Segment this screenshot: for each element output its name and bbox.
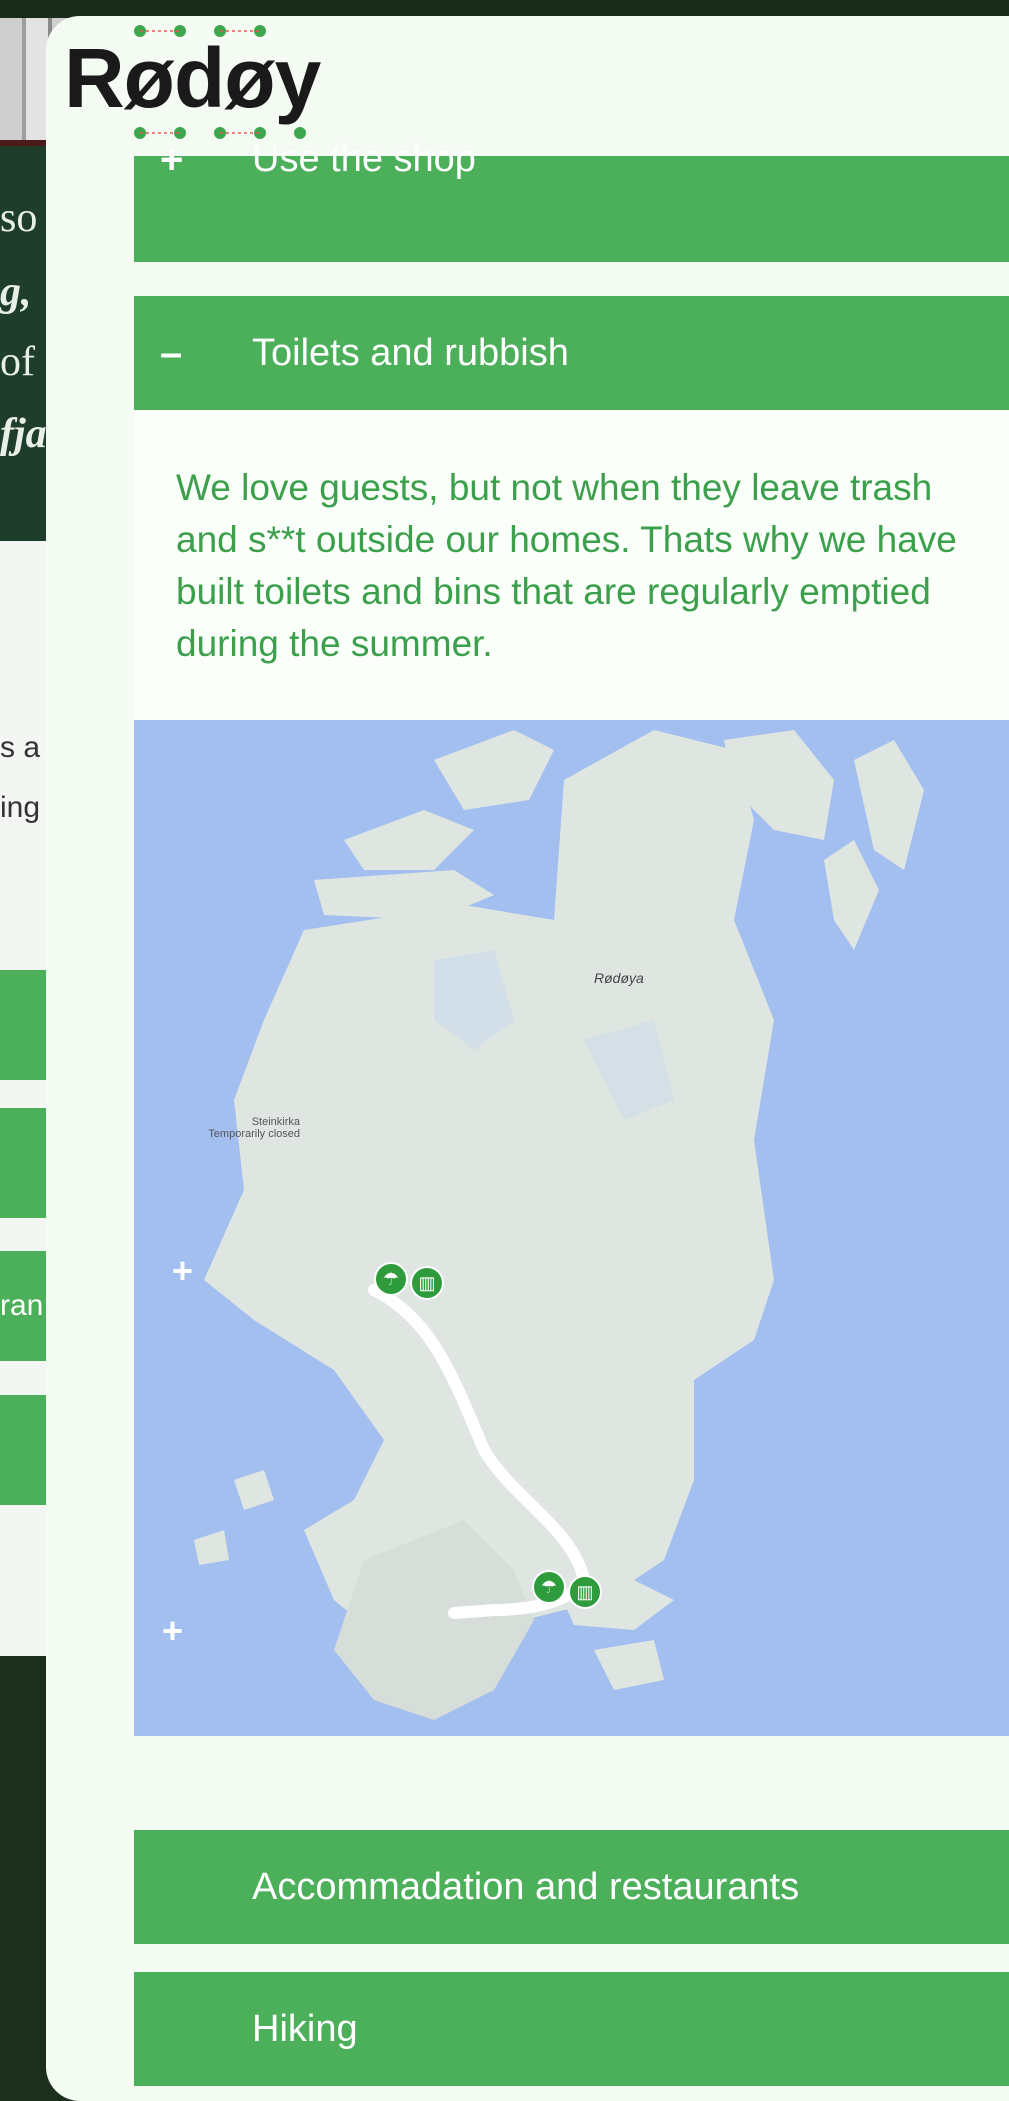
accordion-label: Hiking [252,2007,358,2050]
accordion-accommodation-and-restaurants[interactable]: Accommadation and restaurants [134,1830,1009,1944]
accordion-hiking[interactable]: Hiking [134,1972,1009,2086]
rodoy-logo[interactable]: Rødøy [64,24,334,144]
map-land-islet [854,740,924,870]
toilets-description: We love guests, but not when they leave … [176,467,957,664]
background-body-text: s a [0,731,41,764]
map-land-islet [594,1640,664,1690]
toilet-pin-icon[interactable]: ☂ [374,1262,408,1296]
map-poi-name: Steinkirka [251,1116,300,1128]
map-poi-status: Temporarily closed [208,1128,300,1140]
background-accordion-text: ran [0,1289,44,1322]
collapse-minus-icon: – [160,330,183,375]
accordion-content-toilets: We love guests, but not when they leave … [134,410,1009,720]
map-land-main-island [204,730,774,1660]
background-hero-text: g, [0,269,32,315]
map-land-islet [344,810,474,870]
map-poi-label[interactable]: Steinkirka Temporarily closed [150,1116,300,1140]
logo-dots-icon [134,127,306,139]
expand-plus-icon: + [160,138,184,182]
map-place-label: Rødøya [594,970,644,986]
map-zoom-plus-icon[interactable]: + [172,1250,193,1292]
map-zoom-plus-icon[interactable]: + [162,1610,183,1652]
accordion-use-the-shop[interactable]: + Use the shop [134,138,1009,262]
accordion-label: Use the shop [252,138,476,180]
accordion-toilets-and-rubbish[interactable]: – Toilets and rubbish [134,296,1009,410]
accordion-label: Accommadation and restaurants [252,1865,800,1908]
accordion-label: Toilets and rubbish [252,331,569,374]
map-land-islet [434,730,554,810]
background-hero-text: fja [0,411,47,457]
background-hero-text: so [0,195,38,241]
background-body-text: ing [0,791,41,824]
bin-pin-icon[interactable]: ▥ [410,1266,444,1300]
info-panel: + Use the shop – Toilets and rubbish We … [46,16,1009,2101]
map-land-islet [824,840,879,950]
bin-pin-icon[interactable]: ▥ [568,1575,602,1609]
toilet-bin-map[interactable]: Rødøya Steinkirka Temporarily closed ☂ ▥… [134,720,1009,1736]
map-land-islet [194,1530,229,1565]
logo-wordmark: Rødøy [64,31,321,125]
map-land-islet [234,1470,274,1510]
toilet-pin-icon[interactable]: ☂ [532,1570,566,1604]
background-hero-text: of [0,339,35,385]
